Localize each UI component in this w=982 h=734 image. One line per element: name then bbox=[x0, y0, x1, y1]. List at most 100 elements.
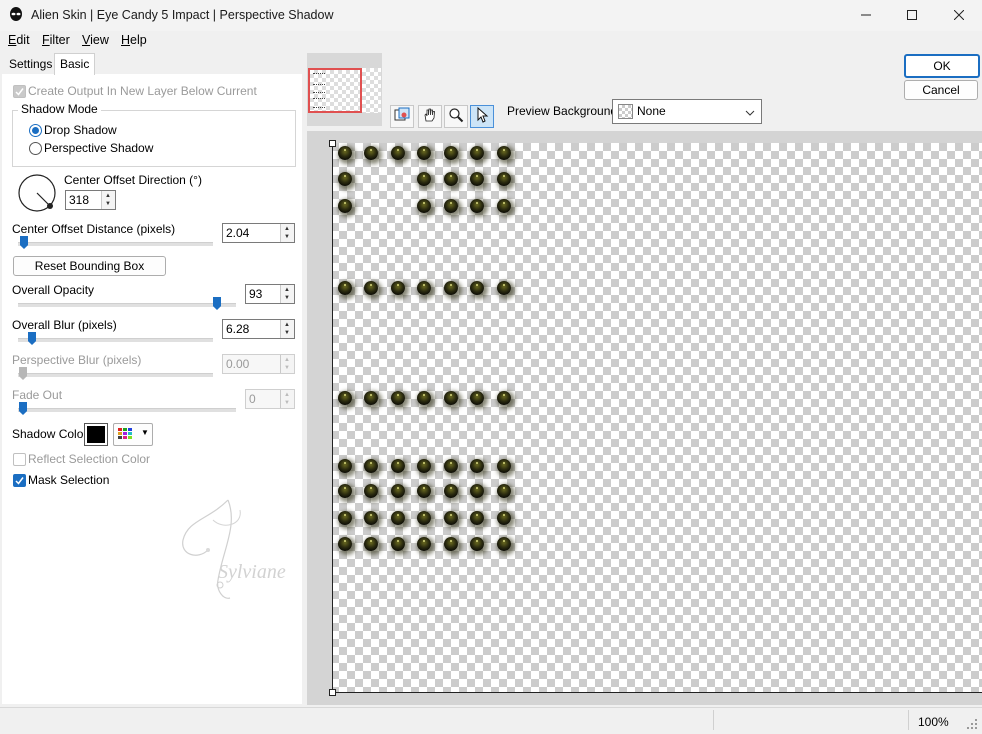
navigator-view-rect[interactable] bbox=[308, 68, 362, 113]
opacity-slider-track[interactable] bbox=[18, 303, 236, 307]
status-separator bbox=[713, 710, 714, 730]
fade-out-spinbox: 0 ▲ ▼ bbox=[245, 389, 295, 409]
preview-gem bbox=[391, 391, 405, 405]
canvas-bottom-border bbox=[332, 692, 982, 693]
direction-dial[interactable] bbox=[17, 173, 57, 213]
watermark-text: Sylviane bbox=[218, 561, 286, 583]
preview-gem bbox=[497, 172, 511, 186]
preview-gem bbox=[444, 172, 458, 186]
direction-spinbox[interactable]: 318 ▲ ▼ bbox=[65, 190, 116, 210]
preview-gem bbox=[417, 281, 431, 295]
perspective-blur-slider-track bbox=[18, 373, 213, 377]
shadow-mode-group bbox=[12, 110, 296, 167]
preview-gem bbox=[364, 537, 378, 551]
maximize-button[interactable] bbox=[889, 0, 935, 31]
menu-help[interactable]: Help bbox=[121, 33, 147, 47]
shadow-color-label: Shadow Color bbox=[12, 427, 88, 441]
preview-gem bbox=[338, 199, 352, 213]
selection-tool[interactable] bbox=[470, 105, 494, 128]
perspective-shadow-radio[interactable] bbox=[29, 142, 42, 155]
sylviane-watermark: Sylviane bbox=[168, 490, 308, 610]
resize-grip-icon[interactable] bbox=[966, 718, 978, 733]
status-separator bbox=[908, 710, 909, 730]
preview-background-select[interactable]: None bbox=[612, 99, 762, 124]
hand-icon bbox=[422, 107, 438, 126]
opacity-label: Overall Opacity bbox=[12, 283, 95, 297]
blur-slider-track[interactable] bbox=[18, 338, 213, 342]
preview-gem bbox=[364, 484, 378, 498]
maximize-icon bbox=[907, 9, 917, 23]
perspective-blur-spinbox: 0.00 ▲ ▼ bbox=[222, 354, 295, 374]
cancel-button[interactable]: Cancel bbox=[904, 80, 978, 100]
preview-gem bbox=[497, 391, 511, 405]
preview-gem bbox=[338, 537, 352, 551]
shadow-mode-title: Shadow Mode bbox=[18, 102, 101, 116]
create-output-label: Create Output In New Layer Below Current bbox=[28, 84, 257, 98]
opacity-spinbox[interactable]: 93 ▲ ▼ bbox=[245, 284, 295, 304]
perspective-blur-label: Perspective Blur (pixels) bbox=[12, 353, 142, 367]
hand-tool[interactable] bbox=[418, 105, 442, 128]
preview-gem bbox=[497, 537, 511, 551]
close-button[interactable] bbox=[936, 0, 982, 31]
preview-gem bbox=[364, 146, 378, 160]
minimize-button[interactable] bbox=[843, 0, 889, 31]
preview-gem bbox=[444, 146, 458, 160]
preview-gem bbox=[338, 146, 352, 160]
preview-gem bbox=[364, 391, 378, 405]
blur-spinbox[interactable]: 6.28 ▲ ▼ bbox=[222, 319, 295, 339]
tab-basic[interactable]: Basic bbox=[54, 53, 96, 75]
preview-gem bbox=[338, 281, 352, 295]
hand-split-icon bbox=[394, 107, 410, 126]
canvas-corner-handle[interactable] bbox=[329, 689, 336, 696]
preview-gem bbox=[338, 484, 352, 498]
preview-gem bbox=[444, 199, 458, 213]
navigator-thumbnail-strip bbox=[362, 68, 381, 113]
perspective-shadow-label: Perspective Shadow bbox=[44, 141, 154, 155]
tab-settings[interactable]: Settings bbox=[5, 55, 57, 74]
menu-edit[interactable]: Edit bbox=[8, 33, 30, 47]
preview-gem bbox=[470, 511, 484, 525]
preview-gem bbox=[497, 146, 511, 160]
preview-gem bbox=[391, 146, 405, 160]
ok-button[interactable]: OK bbox=[904, 54, 980, 78]
preview-gem bbox=[364, 511, 378, 525]
minimize-icon bbox=[861, 9, 871, 23]
preview-gem bbox=[417, 537, 431, 551]
preview-gem bbox=[391, 537, 405, 551]
preview-gem bbox=[470, 172, 484, 186]
canvas-corner-handle[interactable] bbox=[329, 140, 336, 147]
palette-icon bbox=[118, 428, 132, 443]
drop-shadow-label: Drop Shadow bbox=[44, 123, 117, 137]
preview-gem bbox=[338, 172, 352, 186]
preview-gem bbox=[338, 391, 352, 405]
split-view-tool[interactable] bbox=[390, 105, 414, 128]
mask-selection-checkbox[interactable] bbox=[13, 474, 26, 487]
preview-gem bbox=[391, 511, 405, 525]
preview-background-value: None bbox=[637, 104, 666, 118]
preview-gem bbox=[391, 484, 405, 498]
preview-gem bbox=[497, 281, 511, 295]
preview-canvas[interactable] bbox=[307, 143, 982, 705]
drop-shadow-radio[interactable] bbox=[29, 124, 42, 137]
preview-gem bbox=[417, 391, 431, 405]
distance-spinbox[interactable]: 2.04 ▲ ▼ bbox=[222, 223, 295, 243]
distance-slider-track[interactable] bbox=[18, 242, 213, 246]
zoom-tool[interactable] bbox=[444, 105, 468, 128]
preview-gem bbox=[497, 511, 511, 525]
preview-gem bbox=[444, 459, 458, 473]
canvas-bottom-margin bbox=[307, 693, 982, 705]
canvas-left-margin bbox=[307, 143, 332, 705]
fade-out-label: Fade Out bbox=[12, 388, 63, 402]
preview-gem bbox=[470, 146, 484, 160]
preview-gem bbox=[364, 281, 378, 295]
menu-filter[interactable]: Filter bbox=[42, 33, 70, 47]
reset-bounding-box-button[interactable]: Reset Bounding Box bbox=[13, 256, 166, 276]
zoom-icon bbox=[448, 107, 464, 126]
create-output-checkbox[interactable] bbox=[13, 85, 26, 98]
color-picker-dropdown[interactable]: ▼ bbox=[113, 423, 153, 446]
menu-bar bbox=[0, 31, 982, 51]
canvas-left-border bbox=[332, 143, 333, 693]
menu-view[interactable]: View bbox=[82, 33, 109, 47]
shadow-color-swatch[interactable] bbox=[84, 423, 108, 446]
close-icon bbox=[953, 9, 965, 23]
